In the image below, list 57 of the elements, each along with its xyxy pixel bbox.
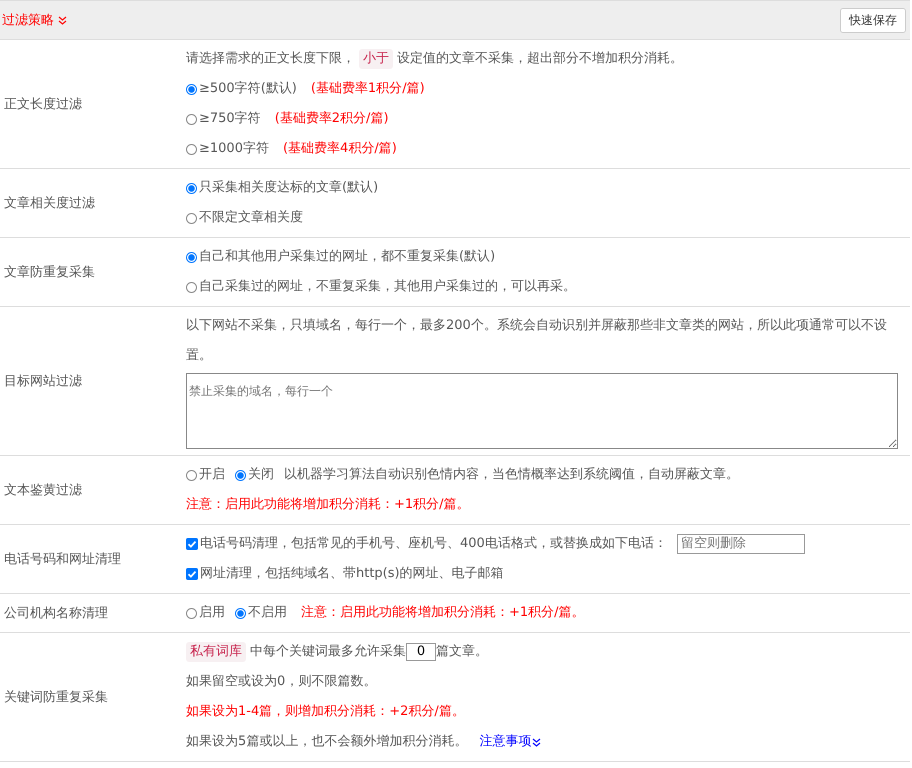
double-chevron-icon [58, 16, 67, 24]
radio-button[interactable] [186, 212, 197, 224]
save-button[interactable]: 快速保存 [840, 8, 906, 32]
radio-button[interactable] [186, 182, 197, 194]
radio-button[interactable] [186, 114, 197, 124]
radio-button[interactable] [186, 470, 197, 480]
description-text: 如果设为5篇或以上，也不会额外增加积分消耗。 [186, 733, 468, 751]
checkbox[interactable] [186, 568, 198, 580]
setting-label: 文本鉴黄过滤 [3, 482, 83, 500]
keyword-tag: 小于 [359, 49, 393, 69]
setting-label: 正文长度过滤 [3, 96, 83, 114]
checkbox-option[interactable]: 网址清理，包括纯域名、带http(s)的网址、电子邮箱 [186, 559, 504, 589]
radio-option[interactable]: 不启用 [235, 598, 287, 628]
description-text: 如果留空或设为0，则不限篇数。 [186, 673, 376, 691]
radio-button[interactable] [186, 252, 197, 262]
radio-option[interactable]: ≥750字符 [186, 104, 261, 134]
setting-label: 文章防重复采集 [3, 264, 96, 282]
description-text: 请选择需求的正文长度下限， [186, 50, 355, 68]
setting-label: 目标网站过滤 [3, 373, 83, 391]
count-input-field[interactable]: 0 [406, 643, 436, 661]
description-text: 篇文章。 [436, 643, 488, 661]
radio-option[interactable]: 自己和其他用户采集过的网址，都不重复采集(默认) [186, 242, 496, 272]
radio-option[interactable]: 启用 [186, 598, 225, 628]
radio-button[interactable] [186, 144, 197, 154]
phone-input-field[interactable]: 留空则删除 [676, 534, 805, 554]
description-text: 中每个关键词最多允许采集 [250, 643, 406, 661]
radio-option[interactable]: 不限定文章相关度 [186, 203, 303, 233]
radio-button[interactable] [235, 608, 246, 618]
radio-option[interactable]: ≥1000字符 [186, 134, 269, 164]
radio-button[interactable] [186, 608, 197, 618]
radio-button[interactable] [186, 84, 197, 94]
setting-label: 文章相关度过滤 [3, 195, 96, 213]
setting-label: 公司机构名称清理 [3, 605, 109, 623]
warning-note: 如果设为1-4篇，则增加积分消耗：+2积分/篇。 [186, 703, 465, 721]
radio-option[interactable]: 开启 [186, 460, 225, 490]
setting-label: 关键词防重复采集 [3, 689, 109, 707]
setting-label: 电话号码和网址清理 [3, 551, 122, 569]
checkbox[interactable] [186, 538, 198, 550]
warning-note: 注意：启用此功能将增加积分消耗：+1积分/篇。 [186, 496, 470, 514]
radio-button[interactable] [186, 282, 197, 292]
warning-note: 注意：启用此功能将增加积分消耗：+1积分/篇。 [301, 604, 585, 622]
double-chevron-icon [532, 738, 542, 746]
keyword-tag: 私有词库 [186, 642, 246, 662]
description-text: 以下网站不采集，只填域名，每行一个，最多200个。系统会自动识别并屏蔽那些非文章类的网站，所以此项通常可以不设置。 [186, 317, 888, 365]
warning-note: (基础费率4积分/篇) [282, 140, 397, 158]
radio-option[interactable]: 只采集相关度达标的文章(默认) [186, 173, 378, 203]
checkbox-option[interactable]: 电话号码清理，包括常见的手机号、座机号、400电话格式，或替换成如下电话： [186, 529, 667, 559]
radio-button[interactable] [235, 470, 246, 480]
domain-input-field[interactable]: 禁止采集的域名，每行一个 [186, 373, 898, 449]
warning-note: (基础费率2积分/篇) [274, 110, 389, 128]
description-text: 设定值的文章不采集，超出部分不增加积分消耗。 [397, 50, 683, 68]
radio-option[interactable]: 关闭 [235, 460, 274, 490]
warning-note: (基础费率1积分/篇) [310, 80, 425, 98]
radio-option[interactable]: ≥500字符(默认) [186, 74, 297, 104]
notes-link[interactable]: 注意事项 [479, 727, 532, 757]
description-text: 以机器学习算法自动识别色情内容，当色情概率达到系统阈值，自动屏蔽文章。 [284, 466, 739, 484]
radio-option[interactable]: 自己采集过的网址，不重复采集，其他用户采集过的，可以再采。 [186, 272, 576, 302]
